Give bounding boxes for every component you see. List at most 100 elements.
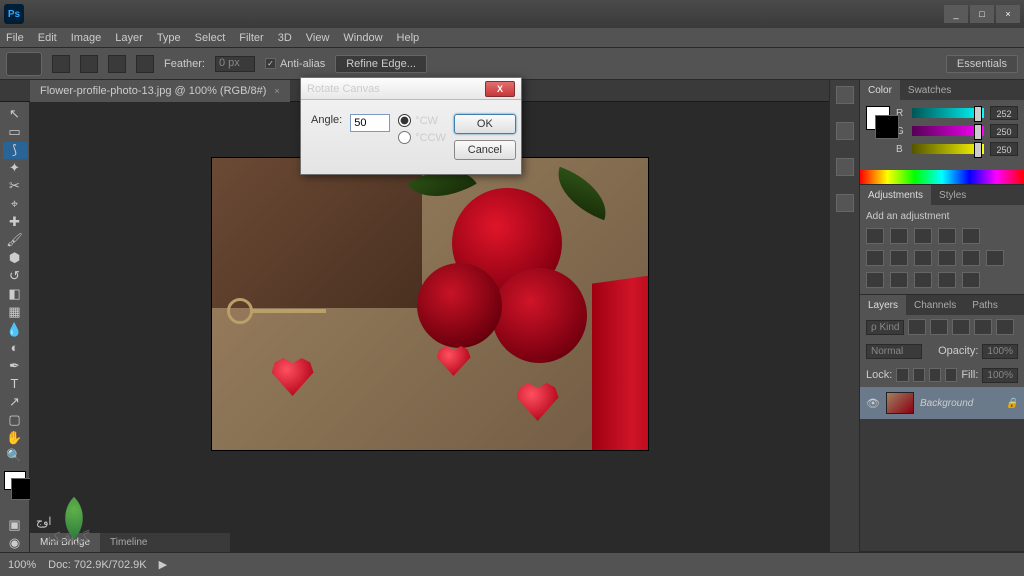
close-button[interactable]: × [996, 5, 1020, 23]
filter-pixel-icon[interactable] [908, 319, 926, 335]
selection-subtract-icon[interactable] [108, 55, 126, 73]
tab-timeline[interactable]: Timeline [100, 533, 157, 553]
menu-window[interactable]: Window [343, 32, 382, 44]
zoom-tool[interactable]: 🔍 [3, 447, 27, 464]
dodge-tool[interactable]: ◐ [3, 339, 27, 356]
document-tab[interactable]: Flower-profile-photo-13.jpg @ 100% (RGB/… [30, 80, 290, 102]
lock-all-icon[interactable] [945, 368, 957, 382]
marquee-tool[interactable]: ▭ [3, 124, 27, 141]
minimize-button[interactable]: _ [944, 5, 968, 23]
maximize-button[interactable]: □ [970, 5, 994, 23]
eyedropper-tool[interactable]: ⌖ [3, 196, 27, 213]
blend-mode-select[interactable]: Normal [866, 344, 922, 359]
refine-edge-button[interactable]: Refine Edge... [335, 55, 427, 73]
clone-panel-icon[interactable] [836, 194, 854, 212]
stamp-tool[interactable]: ⬢ [3, 250, 27, 267]
menu-file[interactable]: File [6, 32, 24, 44]
filter-type-icon[interactable] [952, 319, 970, 335]
selection-new-icon[interactable] [52, 55, 70, 73]
adj-select-icon[interactable] [962, 272, 980, 288]
lasso-tool[interactable]: ⟆ [3, 142, 27, 159]
layer-row[interactable]: 👁 Background 🔒 [860, 387, 1024, 419]
tab-swatches[interactable]: Swatches [900, 80, 959, 100]
menu-filter[interactable]: Filter [239, 32, 263, 44]
adj-gradient-icon[interactable] [938, 272, 956, 288]
adj-bw-icon[interactable] [914, 250, 932, 266]
lock-pos-icon[interactable] [929, 368, 941, 382]
selection-intersect-icon[interactable] [136, 55, 154, 73]
tab-adjustments[interactable]: Adjustments [860, 185, 931, 205]
blur-tool[interactable]: 💧 [3, 321, 27, 338]
tab-paths[interactable]: Paths [964, 295, 1006, 315]
hand-tool[interactable]: ✋ [3, 429, 27, 446]
adj-curves-icon[interactable] [914, 228, 932, 244]
menu-view[interactable]: View [306, 32, 330, 44]
wand-tool[interactable]: ✦ [3, 160, 27, 177]
cw-radio[interactable]: °CW [398, 114, 446, 127]
antialias-checkbox[interactable]: ✓ [265, 58, 276, 69]
layer-filter-kind[interactable]: ρ Kind [866, 320, 904, 335]
adj-levels-icon[interactable] [890, 228, 908, 244]
filter-adj-icon[interactable] [930, 319, 948, 335]
eraser-tool[interactable]: ◧ [3, 286, 27, 303]
selection-add-icon[interactable] [80, 55, 98, 73]
menu-image[interactable]: Image [71, 32, 102, 44]
move-tool[interactable]: ↖ [3, 106, 27, 123]
tab-layers[interactable]: Layers [860, 295, 906, 315]
quick-mask-icon[interactable]: ◉ [3, 535, 27, 552]
zoom-level[interactable]: 100% [8, 559, 36, 571]
brush-panel-icon[interactable] [836, 158, 854, 176]
document-canvas[interactable] [212, 158, 648, 450]
filter-shape-icon[interactable] [974, 319, 992, 335]
pen-tool[interactable]: ✒ [3, 357, 27, 374]
ccw-radio[interactable]: °CCW [398, 131, 446, 144]
adj-poster-icon[interactable] [890, 272, 908, 288]
menu-select[interactable]: Select [195, 32, 226, 44]
feather-input[interactable]: 0 px [215, 56, 255, 72]
adj-exposure-icon[interactable] [938, 228, 956, 244]
b-value[interactable]: 250 [990, 142, 1018, 156]
adj-balance-icon[interactable] [890, 250, 908, 266]
tab-color[interactable]: Color [860, 80, 900, 100]
workspace-switcher[interactable]: Essentials [946, 55, 1018, 73]
menu-layer[interactable]: Layer [115, 32, 143, 44]
adj-photo-icon[interactable] [938, 250, 956, 266]
adj-hue-icon[interactable] [866, 250, 884, 266]
layer-thumbnail[interactable] [886, 392, 914, 414]
lock-pixel-icon[interactable] [913, 368, 925, 382]
type-tool[interactable]: T [3, 375, 27, 392]
history-brush-tool[interactable]: ↺ [3, 268, 27, 285]
tab-styles[interactable]: Styles [931, 185, 974, 205]
adj-threshold-icon[interactable] [914, 272, 932, 288]
adj-invert-icon[interactable] [866, 272, 884, 288]
crop-tool[interactable]: ✂ [3, 178, 27, 195]
visibility-icon[interactable]: 👁 [866, 396, 880, 410]
r-value[interactable]: 252 [990, 106, 1018, 120]
b-slider[interactable] [912, 144, 984, 154]
adj-mixer-icon[interactable] [962, 250, 980, 266]
path-tool[interactable]: ↗ [3, 393, 27, 410]
brush-tool[interactable]: 🖌 [3, 232, 27, 249]
adj-brightness-icon[interactable] [866, 228, 884, 244]
r-slider[interactable] [912, 108, 984, 118]
tab-channels[interactable]: Channels [906, 295, 964, 315]
g-value[interactable]: 250 [990, 124, 1018, 138]
lock-trans-icon[interactable] [896, 368, 908, 382]
status-arrow-icon[interactable]: ▶ [159, 558, 167, 571]
color-swatch[interactable] [866, 106, 890, 130]
shape-tool[interactable]: ▢ [3, 411, 27, 428]
tool-preset-icon[interactable] [6, 52, 42, 76]
gradient-tool[interactable]: ▦ [3, 303, 27, 320]
angle-input[interactable] [350, 114, 390, 132]
foreground-background-color[interactable] [4, 471, 26, 490]
menu-type[interactable]: Type [157, 32, 181, 44]
actions-panel-icon[interactable] [836, 122, 854, 140]
heal-tool[interactable]: ✚ [3, 214, 27, 231]
g-slider[interactable] [912, 126, 984, 136]
history-panel-icon[interactable] [836, 86, 854, 104]
document-tab-close-icon[interactable]: × [274, 86, 279, 96]
menu-3d[interactable]: 3D [278, 32, 292, 44]
filter-smart-icon[interactable] [996, 319, 1014, 335]
menu-edit[interactable]: Edit [38, 32, 57, 44]
ok-button[interactable]: OK [454, 114, 516, 134]
